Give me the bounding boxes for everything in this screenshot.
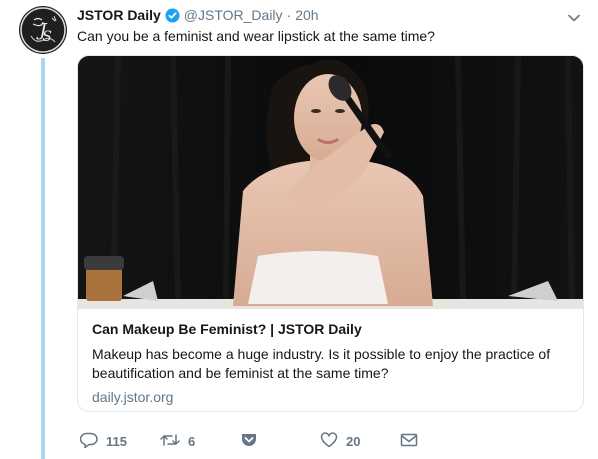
card-description-line: Makeup has become a huge industry. Is it… — [92, 346, 551, 362]
tweet-actions: 115 6 20 — [79, 432, 418, 451]
svg-text:S: S — [42, 29, 52, 45]
reply-count: 115 — [106, 434, 127, 449]
card-image[interactable] — [78, 56, 583, 310]
tweet-header: JSTOR Daily @JSTOR_Daily · 20h — [77, 7, 319, 23]
tweet-text: Can you be a feminist and wear lipstick … — [77, 28, 435, 44]
timestamp[interactable]: 20h — [295, 7, 318, 23]
card-domain[interactable]: daily.jstor.org — [92, 389, 569, 405]
like-button[interactable]: 20 — [320, 432, 400, 451]
avatar[interactable]: J S — [19, 6, 67, 54]
reply-button[interactable]: 115 — [79, 432, 160, 451]
pocket-icon — [240, 432, 258, 451]
direct-message-button[interactable] — [400, 433, 418, 450]
save-button[interactable] — [240, 432, 320, 451]
heart-icon — [320, 432, 338, 451]
card-title[interactable]: Can Makeup Be Feminist? | JSTOR Daily — [92, 321, 569, 337]
user-handle[interactable]: @JSTOR_Daily — [184, 7, 283, 23]
like-count: 20 — [346, 434, 361, 449]
link-card[interactable]: Can Makeup Be Feminist? | JSTOR Daily Ma… — [77, 55, 584, 412]
card-body: Can Makeup Be Feminist? | JSTOR Daily Ma… — [92, 321, 569, 405]
display-name[interactable]: JSTOR Daily — [77, 7, 161, 23]
separator-dot: · — [286, 7, 292, 23]
retweet-icon — [160, 433, 180, 450]
retweet-count: 6 — [188, 434, 196, 449]
jstor-logo-icon: J S — [20, 7, 66, 53]
chevron-down-icon[interactable] — [568, 9, 580, 27]
envelope-icon — [400, 433, 418, 450]
card-description-line: beautification and be feminist at the sa… — [92, 365, 389, 381]
retweet-button[interactable]: 6 — [160, 433, 240, 450]
card-description: Makeup has become a huge industry. Is it… — [92, 345, 569, 383]
thread-line — [41, 58, 45, 459]
verified-badge-icon — [165, 7, 180, 23]
photo-woman-applying-makeup-icon — [78, 56, 583, 310]
reply-icon — [79, 432, 98, 451]
